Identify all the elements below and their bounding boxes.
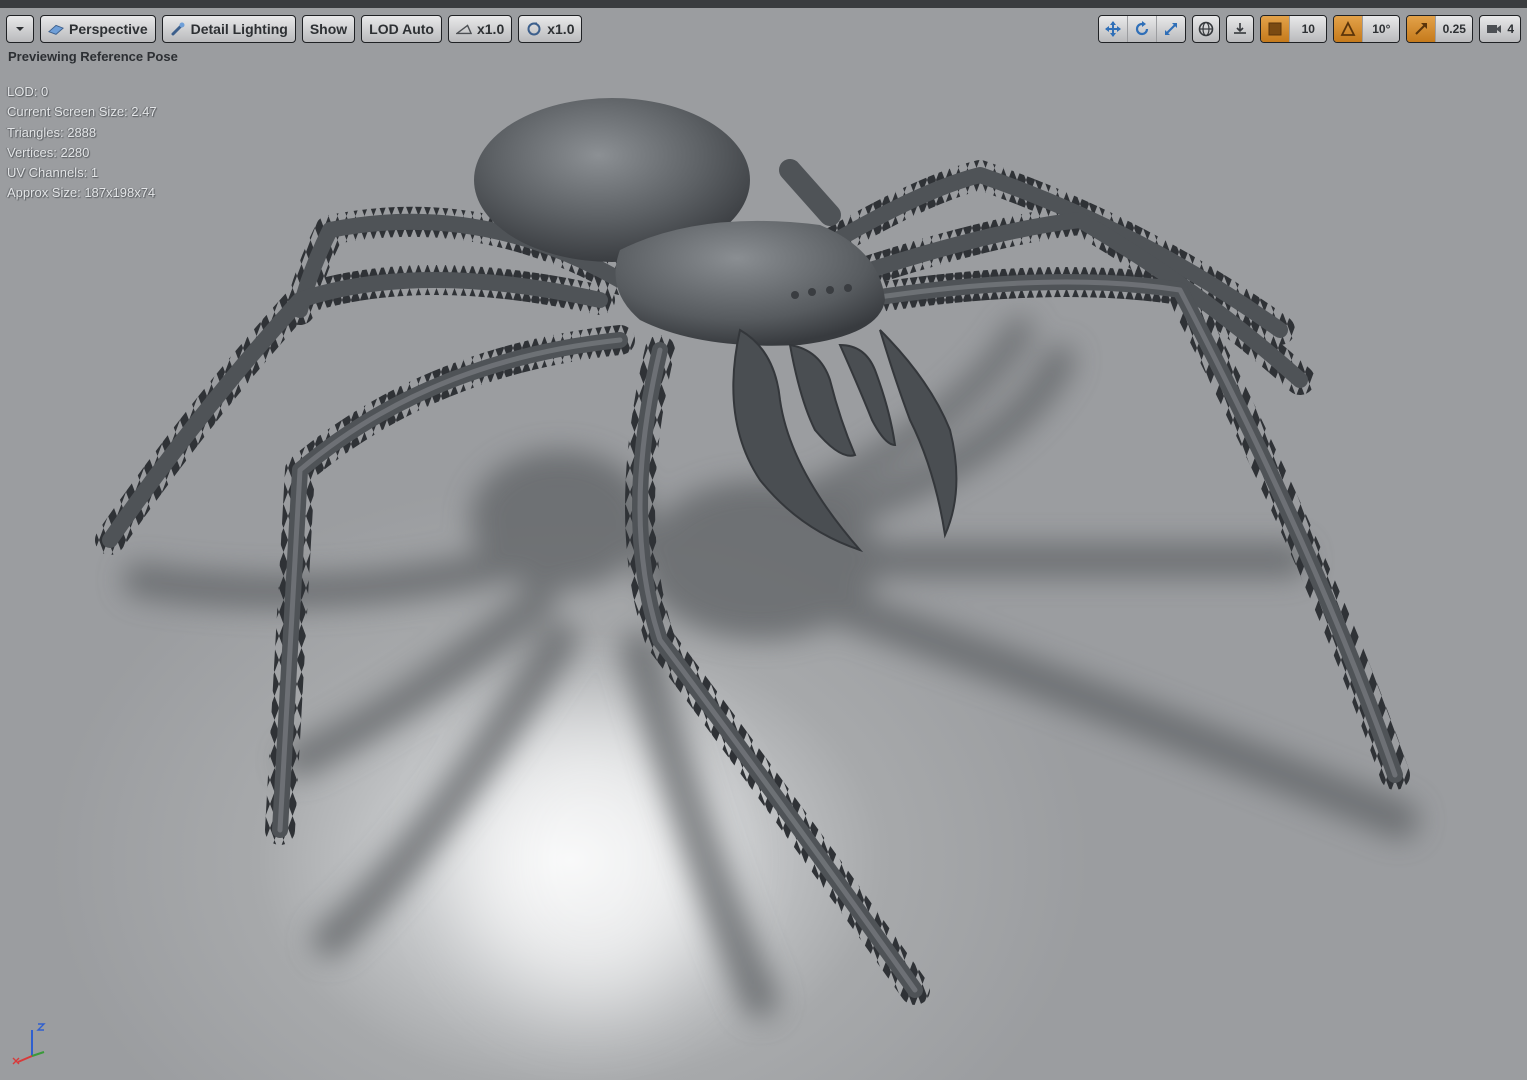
mesh-stats-overlay: LOD: 0 Current Screen Size: 2.47 Triangl… [7,82,157,204]
grid-snap-toggle[interactable] [1261,16,1291,42]
turntable-button[interactable]: x1.0 [518,15,583,43]
rotation-snap-value[interactable]: 10° [1363,16,1400,42]
perspective-label: Perspective [69,21,148,37]
viewport-options-button[interactable] [6,15,34,43]
grid-snap-icon [1267,21,1283,37]
show-button[interactable]: Show [301,15,356,43]
lod-label: LOD Auto [369,21,434,37]
scale-icon [1163,21,1179,37]
turntable-label: x1.0 [547,21,575,37]
camera-speed-button[interactable]: 4 [1479,15,1521,43]
lod-button[interactable]: LOD Auto [361,15,442,43]
lighting-mode-button[interactable]: Detail Lighting [161,15,296,43]
rotate-icon [1134,21,1150,37]
viewport[interactable]: Perspective Detail Lighting Show LOD Aut… [0,0,1527,1080]
world-icon [1198,21,1214,37]
dropdown-icon [12,21,28,37]
stat-screen-size: Current Screen Size: 2.47 [7,104,157,120]
lighting-icon [170,21,186,37]
stat-triangles: Triangles: 2888 [7,124,97,140]
rotation-snap-group: 10° [1333,15,1401,43]
rotation-snap-icon [1340,21,1356,37]
speed-icon [455,21,472,37]
translate-icon [1105,21,1122,37]
spider-cephalothorax [615,220,885,346]
scale-snap-toggle[interactable] [1407,16,1437,42]
grid-snap-group: 10 [1260,15,1328,43]
turntable-icon [526,21,542,37]
scale-mode-button[interactable] [1157,16,1186,42]
stat-approx-size: Approx Size: 187x198x74 [7,185,156,201]
stat-uv-channels: UV Channels: 1 [7,165,99,181]
show-label: Show [309,21,348,37]
axis-gizmo-icon [10,1018,54,1071]
play-speed-label: x1.0 [476,21,505,37]
scale-snap-value[interactable]: 0.25 [1436,16,1473,42]
stat-vertices: Vertices: 2280 [7,144,90,160]
play-speed-button[interactable]: x1.0 [447,15,513,43]
camera-speed-value: 4 [1507,22,1514,36]
camera-icon [48,21,64,37]
preview-mode-title: Previewing Reference Pose [8,49,178,64]
grid-snap-value[interactable]: 10 [1290,16,1327,42]
translate-mode-button[interactable] [1099,16,1129,42]
camera-speed-icon [1486,21,1502,37]
viewport-toolbar-right: 10 10° 0.25 4 [1098,14,1521,44]
surface-snap-button[interactable] [1226,15,1255,43]
surface-snap-icon [1232,21,1248,37]
transform-mode-group [1098,15,1187,43]
rotate-mode-button[interactable] [1128,16,1158,42]
scale-snap-icon [1413,21,1429,37]
viewport-toolbar-left: Perspective Detail Lighting Show LOD Aut… [6,14,583,44]
spider-mesh-render [95,98,1419,1019]
stat-lod: LOD: 0 [7,84,49,99]
rotation-snap-toggle[interactable] [1334,16,1364,42]
lighting-label: Detail Lighting [190,21,288,37]
scale-snap-group: 0.25 [1406,15,1474,43]
coordinate-space-button[interactable] [1192,15,1221,43]
perspective-button[interactable]: Perspective [40,15,156,43]
